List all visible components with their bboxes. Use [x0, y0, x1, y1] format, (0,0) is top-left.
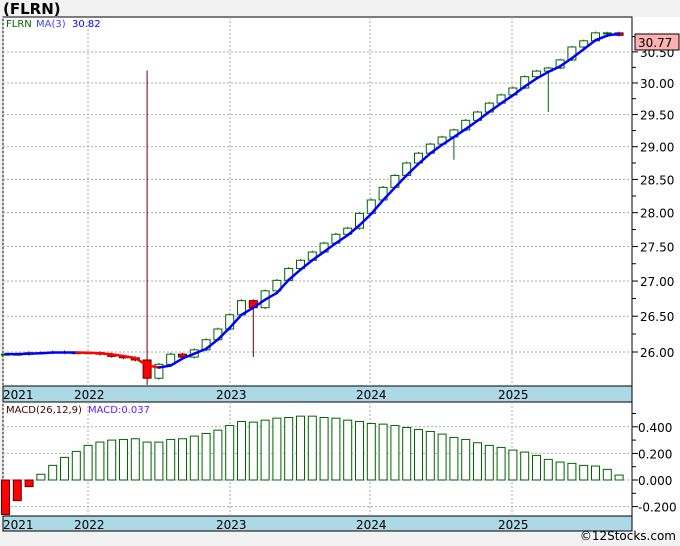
x-tick-label: 2025 [498, 388, 529, 402]
macd-bar [154, 441, 164, 481]
macd-bar [532, 454, 541, 481]
x-tick-label: 2022 [74, 518, 105, 532]
macd-bar [307, 415, 317, 481]
macd-bar [178, 438, 187, 481]
macd-tick-label: 0.200 [638, 447, 672, 461]
macd-bar [331, 417, 341, 481]
macd-bar [555, 461, 565, 481]
macd-bar [36, 473, 46, 481]
macd-bar [201, 432, 211, 481]
y-tick-label: 27.50 [640, 241, 674, 255]
macd-bar [95, 441, 105, 481]
y-tick-label: 29.00 [640, 141, 674, 155]
macd-bar [508, 449, 518, 481]
ma-line-segment [98, 351, 113, 356]
macd-bar [319, 416, 329, 481]
macd-bar [48, 464, 58, 481]
macd-bar [189, 435, 199, 481]
macd-bar [414, 428, 423, 481]
candle-body [602, 32, 612, 35]
y-tick-label: 29.50 [640, 109, 674, 123]
macd-bar [402, 426, 412, 481]
y-tick-label: 30.00 [640, 77, 674, 91]
macd-bar [248, 421, 258, 481]
macd-bar [390, 424, 400, 481]
x-tick-label: 2022 [74, 388, 105, 402]
macd-tick-label: -0.200 [638, 501, 677, 515]
macd-bar [213, 429, 223, 481]
macd-bar [119, 438, 128, 481]
macd-bar [83, 444, 93, 481]
macd-bar [378, 423, 388, 481]
legend-ticker: FLRN [6, 19, 32, 30]
x-tick-label: 2025 [498, 518, 529, 532]
macd-bar [437, 433, 447, 481]
legend-ma: MA(3) [36, 19, 66, 30]
macd-value: MACD:0.037 [88, 405, 150, 416]
copyright: ©12Stocks.com [579, 529, 676, 543]
macd-tick-label: 0.400 [638, 421, 672, 435]
macd-bar [1, 479, 10, 516]
x-tick-label: 2021 [3, 388, 34, 402]
macd-bar [591, 465, 600, 481]
y-tick-label: 28.00 [640, 207, 674, 221]
y-tick-label: 26.00 [640, 346, 674, 360]
macd-bar [130, 438, 140, 481]
x-tick-label: 2023 [216, 518, 247, 532]
macd-bar [484, 444, 494, 481]
macd-bar [579, 464, 589, 481]
macd-bar [107, 439, 117, 481]
ma-line-segment [110, 353, 125, 358]
macd-bar [296, 415, 305, 481]
x-tick-label: 2024 [356, 518, 387, 532]
macd-bar [449, 436, 459, 481]
macd-label: MACD(26,12,9) [6, 405, 82, 416]
stock-chart: 2021 2021 2022 2022 2023 2023 2024 2024 2025 2025… [1, 16, 680, 532]
x-tick-label: 2024 [356, 388, 387, 402]
macd-bar [602, 468, 612, 481]
macd-bar [142, 441, 152, 481]
legend-ma-value: 30.82 [72, 19, 101, 30]
x-tick-label: 2021 [3, 518, 34, 532]
y-tick-label: 26.50 [640, 310, 674, 324]
macd-bar [473, 442, 482, 481]
macd-bar [543, 458, 553, 481]
macd-bar [272, 417, 282, 481]
x-tick-label: 2023 [216, 388, 247, 402]
macd-bar [60, 456, 69, 481]
macd-bar [366, 422, 376, 481]
y-tick-label: 27.00 [640, 275, 674, 289]
macd-bar [284, 416, 294, 481]
y-tick-label: 28.50 [640, 173, 674, 187]
macd-bar [71, 450, 81, 481]
macd-bar [24, 479, 34, 488]
macd-bar [425, 430, 435, 481]
macd-bar [343, 419, 353, 481]
macd-bar [237, 420, 246, 481]
macd-bar [225, 424, 235, 481]
macd-bar [461, 438, 471, 481]
macd-bar [260, 419, 270, 481]
macd-bar [355, 420, 364, 481]
macd-tick-label: 0.000 [638, 474, 672, 488]
macd-bar [567, 462, 577, 481]
macd-bar [614, 474, 624, 481]
macd-bar [496, 446, 506, 481]
macd-bar [12, 479, 22, 502]
macd-bar [166, 438, 176, 481]
macd-bar [520, 451, 530, 481]
last-price-label: 30.77 [638, 36, 672, 50]
ma-line-segment [39, 351, 54, 355]
